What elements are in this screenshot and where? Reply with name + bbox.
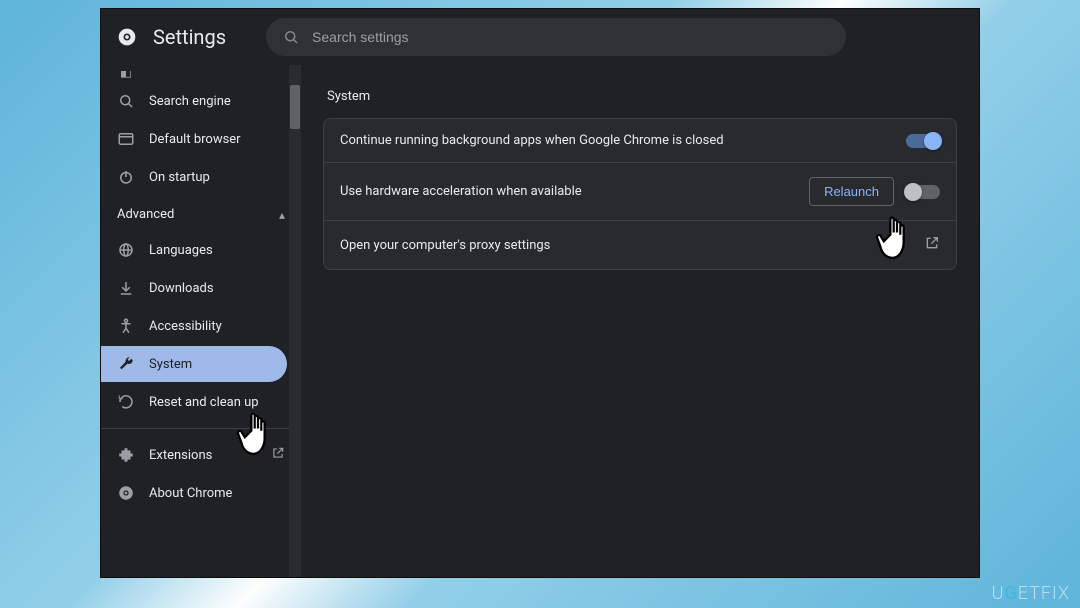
relaunch-button[interactable]: Relaunch [809, 177, 894, 206]
wrench-icon [117, 355, 135, 373]
page-title: Settings [153, 25, 226, 49]
search-icon [117, 92, 135, 110]
row-background-apps: Continue running background apps when Go… [324, 119, 956, 163]
settings-card: Continue running background apps when Go… [323, 118, 957, 270]
sidebar-item-label: About Chrome [149, 486, 232, 501]
sidebar-item-label: System [149, 357, 192, 372]
divider [101, 428, 301, 429]
chrome-icon [117, 484, 135, 502]
search-input[interactable] [312, 29, 830, 45]
browser-icon [117, 130, 135, 148]
accessibility-icon [117, 317, 135, 335]
restore-icon [117, 393, 135, 411]
section-title: System [327, 89, 953, 104]
chevron-up-icon: ▴ [279, 208, 285, 222]
download-icon [117, 279, 135, 297]
toggle-background-apps[interactable] [906, 134, 940, 148]
sidebar-item-search-engine[interactable]: Search engine [101, 83, 301, 119]
content-area: System Continue running background apps … [301, 65, 979, 577]
toggle-knob [924, 132, 942, 150]
row-hardware-acceleration: Use hardware acceleration when available… [324, 163, 956, 221]
sidebar-item-downloads[interactable]: Downloads [101, 270, 301, 306]
sidebar-item-label: Reset and clean up [149, 395, 259, 410]
globe-icon [117, 241, 135, 259]
sidebar-item-languages[interactable]: Languages [101, 232, 301, 268]
sidebar-item-label: Default browser [149, 132, 241, 147]
sidebar-item-extensions[interactable]: Extensions [101, 437, 301, 473]
row-label: Open your computer's proxy settings [340, 238, 550, 253]
apps-icon: ◧ [117, 71, 135, 81]
row-label: Continue running background apps when Go… [340, 133, 724, 148]
sidebar-scrollbar[interactable] [289, 65, 301, 577]
sidebar-item-on-startup[interactable]: On startup [101, 159, 301, 195]
sidebar-item-cut[interactable]: ◧ [101, 71, 301, 81]
row-proxy-settings[interactable]: Open your computer's proxy settings [324, 221, 956, 269]
power-icon [117, 168, 135, 186]
sidebar-item-label: On startup [149, 170, 210, 185]
row-label: Use hardware acceleration when available [340, 184, 582, 199]
sidebar-item-reset[interactable]: Reset and clean up [101, 384, 301, 420]
toggle-knob [904, 183, 922, 201]
sidebar-item-about[interactable]: About Chrome [101, 475, 301, 511]
sidebar-item-accessibility[interactable]: Accessibility [101, 308, 301, 344]
header: Settings [101, 9, 979, 65]
sidebar: ◧ Search engine Default browser On start… [101, 65, 301, 577]
toggle-hardware-acceleration[interactable] [906, 185, 940, 199]
sidebar-item-label: Languages [149, 243, 213, 258]
sidebar-section-advanced[interactable]: Advanced ▴ [101, 197, 301, 230]
sidebar-item-label: Downloads [149, 281, 214, 296]
sidebar-item-system[interactable]: System [101, 346, 287, 382]
extension-icon [117, 446, 135, 464]
external-link-icon [924, 235, 940, 255]
section-label: Advanced [117, 207, 174, 222]
search-icon [282, 28, 300, 46]
sidebar-item-label: Accessibility [149, 319, 222, 334]
scroll-thumb[interactable] [290, 85, 300, 129]
sidebar-item-label: Search engine [149, 94, 231, 109]
search-bar[interactable] [266, 18, 846, 56]
chrome-logo-icon [117, 27, 137, 47]
settings-window: Settings ◧ Search engine Defaul [100, 8, 980, 578]
external-link-icon [271, 446, 285, 464]
sidebar-item-label: Extensions [149, 448, 212, 463]
sidebar-item-default-browser[interactable]: Default browser [101, 121, 301, 157]
watermark: UGETFIX [992, 583, 1070, 604]
